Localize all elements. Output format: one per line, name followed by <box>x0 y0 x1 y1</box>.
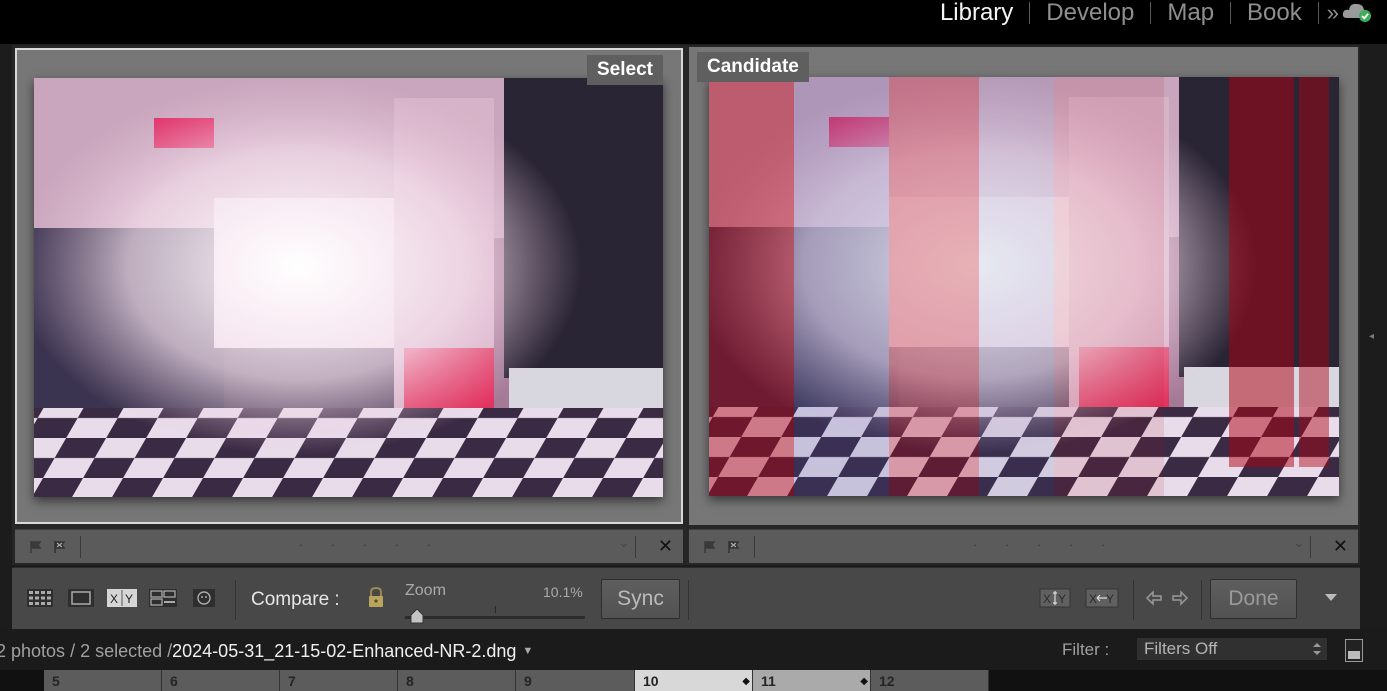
right-panel-edge <box>1362 45 1387 630</box>
rating-stars[interactable]: · · · · · <box>973 537 1117 552</box>
cell-number: 12 <box>879 673 895 689</box>
flag-pick-icon[interactable] <box>703 540 717 554</box>
flagbar-divider <box>80 536 81 558</box>
compare-toolbar: X Y Compare : Zoom 10.1% Sync X Y X Y Do… <box>12 567 1360 629</box>
filmstrip-cell[interactable]: 12 <box>871 670 989 691</box>
toolbar-divider <box>1133 580 1134 620</box>
develop-badge-icon: ◆ <box>742 676 750 687</box>
color-label-caret-icon[interactable]: ⌄ <box>618 534 630 551</box>
selection-count: / 2 selected / <box>70 641 173 661</box>
flag-reject-icon[interactable] <box>727 540 741 554</box>
select-arrows-icon <box>1313 643 1321 655</box>
tab-map[interactable]: Map <box>1151 0 1230 26</box>
filmstrip-cell[interactable]: 8 <box>398 670 516 691</box>
tab-book[interactable]: Book <box>1231 0 1318 26</box>
compare-view-icon[interactable]: X Y <box>106 588 138 608</box>
svg-text:X: X <box>1089 592 1097 606</box>
toolbar-divider <box>1201 580 1202 620</box>
flag-reject-icon[interactable] <box>53 540 67 554</box>
breadcrumb[interactable]: 2 photos / 2 selected /2024-05-31_21-15-… <box>0 641 533 662</box>
next-photo-icon[interactable] <box>1170 588 1190 608</box>
candidate-photo <box>709 77 1339 496</box>
cell-number: 7 <box>288 673 296 689</box>
photo-count: 2 photos <box>0 641 66 661</box>
grid-view-icon[interactable] <box>26 588 54 608</box>
flag-pick-icon[interactable] <box>29 540 43 554</box>
cell-number: 10 <box>643 673 659 689</box>
sync-button[interactable]: Sync <box>601 579 680 619</box>
compare-view: Select Candidate · · · · · ⌄ ✕ · · · · ·… <box>12 45 1360 565</box>
done-button[interactable]: Done <box>1210 579 1297 619</box>
make-select-icon[interactable]: X Y <box>1085 587 1119 609</box>
color-label-caret-icon[interactable]: ⌄ <box>1293 534 1305 551</box>
people-view-icon[interactable] <box>192 588 216 608</box>
candidate-pane[interactable]: Candidate <box>689 47 1358 525</box>
cell-number: 11 <box>761 673 776 689</box>
previous-photo-icon[interactable] <box>1144 588 1164 608</box>
rating-stars[interactable]: · · · · · <box>299 537 443 552</box>
cell-number: 5 <box>52 673 60 689</box>
zoom-slider-tick <box>495 606 496 613</box>
filter-value: Filters Off <box>1144 639 1218 658</box>
compare-label: Compare : <box>251 589 340 610</box>
develop-badge-icon: ◆ <box>860 676 868 687</box>
svg-text:Y: Y <box>1058 592 1066 606</box>
zoom-value: 10.1% <box>543 584 583 600</box>
zoom-slider-thumb[interactable] <box>410 608 424 624</box>
select-pane[interactable]: Select <box>15 48 683 524</box>
survey-view-icon[interactable] <box>148 588 178 608</box>
filmstrip-cell[interactable]: 5 <box>44 670 162 691</box>
flagbar-divider <box>635 536 636 558</box>
zoom-label: Zoom <box>405 582 446 599</box>
candidate-label: Candidate <box>697 52 809 82</box>
svg-text:Y: Y <box>1106 592 1114 606</box>
filmstrip-toggle-icon[interactable] <box>1345 639 1363 662</box>
close-icon[interactable]: ✕ <box>658 536 673 557</box>
module-picker-bar: Library Develop Map Book » <box>0 0 1387 44</box>
zoom-slider[interactable] <box>405 616 585 619</box>
select-flag-bar: · · · · · ⌄ ✕ <box>15 529 683 563</box>
filter-label: Filter : <box>1062 640 1110 659</box>
filmstrip-cell-selected[interactable]: 10 ◆ <box>635 670 753 691</box>
left-panel-edge <box>0 45 12 630</box>
tab-develop[interactable]: Develop <box>1030 0 1150 26</box>
tab-library[interactable]: Library <box>924 0 1029 26</box>
filmstrip-cell[interactable]: 9 <box>516 670 635 691</box>
filmstrip: 5 6 7 8 9 10 ◆ 11 ◆ 12 <box>0 670 1387 691</box>
close-icon[interactable]: ✕ <box>1333 536 1348 557</box>
svg-text:Y: Y <box>125 592 133 606</box>
toolbar-options-caret-icon[interactable] <box>1324 592 1338 602</box>
chevron-down-icon[interactable]: ▼ <box>522 645 533 657</box>
flagbar-divider <box>1310 536 1311 558</box>
lock-icon[interactable] <box>367 586 385 608</box>
select-label: Select <box>587 55 663 85</box>
filmstrip-cell-selected[interactable]: 11 ◆ <box>753 670 871 691</box>
toolbar-divider <box>235 580 236 620</box>
loupe-view-icon[interactable] <box>67 588 95 608</box>
swap-icon[interactable]: X Y <box>1039 587 1071 609</box>
expand-right-panel-icon[interactable]: ◂ <box>1369 331 1374 342</box>
current-filename: 2024-05-31_21-15-02-Enhanced-NR-2.dng <box>172 641 517 661</box>
candidate-flag-bar: · · · · · ⌄ ✕ <box>689 529 1358 563</box>
filmstrip-cell[interactable]: 7 <box>280 670 398 691</box>
filmstrip-cell[interactable]: 6 <box>162 670 280 691</box>
cell-number: 6 <box>170 673 178 689</box>
cloud-sync-icon[interactable] <box>1341 0 1373 24</box>
svg-text:X: X <box>1043 592 1051 606</box>
filter-select[interactable]: Filters Off <box>1136 637 1328 661</box>
toolbar-divider <box>688 580 689 620</box>
svg-text:X: X <box>110 592 118 606</box>
cell-number: 8 <box>406 673 414 689</box>
select-photo <box>34 78 663 497</box>
filmstrip-header: 2 photos / 2 selected /2024-05-31_21-15-… <box>0 630 1387 670</box>
cell-number: 9 <box>524 673 532 689</box>
flagbar-divider <box>754 536 755 558</box>
module-tabs: Library Develop Map Book » <box>924 0 1347 26</box>
